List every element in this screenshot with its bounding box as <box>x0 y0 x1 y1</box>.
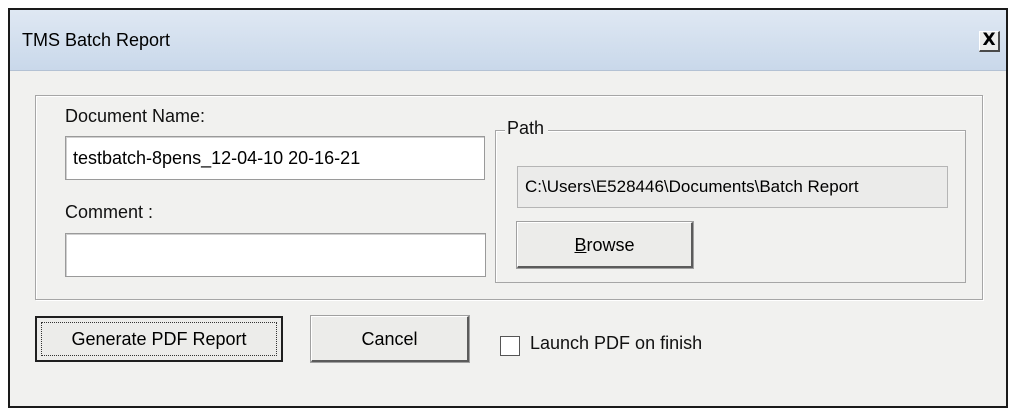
document-name-input[interactable]: testbatch-8pens_12-04-10 20-16-21 <box>65 136 485 180</box>
title-bar[interactable]: TMS Batch Report X <box>10 10 1006 71</box>
browse-button[interactable]: Browse <box>517 222 693 268</box>
browse-button-label: Browse <box>574 235 635 255</box>
comment-label: Comment : <box>65 202 154 222</box>
document-name-label: Document Name: <box>65 106 206 126</box>
cancel-button-label: Cancel <box>361 329 418 349</box>
close-icon[interactable]: X <box>979 31 1000 52</box>
path-field[interactable]: C:\Users\E528446\Documents\Batch Report <box>517 166 948 208</box>
cancel-button[interactable]: Cancel <box>311 316 469 362</box>
path-group-legend: Path <box>505 118 549 139</box>
launch-pdf-checkbox[interactable] <box>500 336 520 356</box>
generate-pdf-report-label: Generate PDF Report <box>71 329 247 349</box>
comment-input[interactable] <box>65 233 486 277</box>
batch-report-dialog: TMS Batch Report X Document Name: testba… <box>8 8 1008 408</box>
launch-pdf-label[interactable]: Launch PDF on finish <box>530 333 702 354</box>
generate-pdf-report-button[interactable]: Generate PDF Report <box>35 316 283 362</box>
window-title: TMS Batch Report <box>22 30 171 50</box>
